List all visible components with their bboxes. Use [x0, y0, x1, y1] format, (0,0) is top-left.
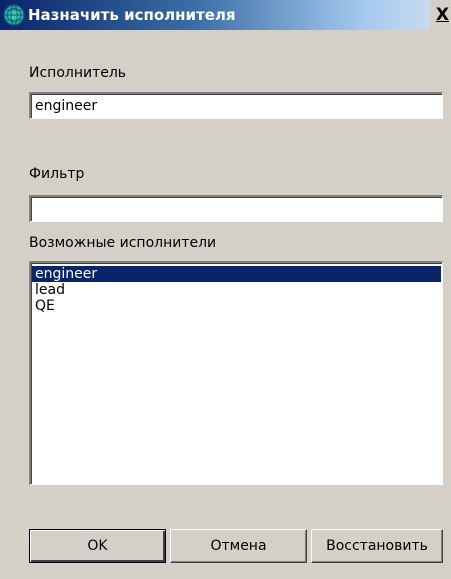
assign-assignee-dialog: Назначить исполнителя X Исполнитель Филь… — [0, 0, 451, 579]
list-item-lead[interactable]: lead — [32, 282, 441, 298]
candidates-label: Возможные исполнители — [29, 235, 217, 251]
assignee-input[interactable] — [29, 92, 443, 119]
candidates-listbox[interactable]: engineer lead QE — [29, 261, 443, 485]
filter-label: Фильтр — [29, 166, 85, 182]
filter-input[interactable] — [29, 195, 443, 222]
list-item-qe[interactable]: QE — [32, 298, 441, 314]
globe-icon — [3, 4, 25, 26]
assignee-label: Исполнитель — [29, 65, 127, 81]
ok-button[interactable]: OK — [29, 529, 166, 563]
dialog-title: Назначить исполнителя — [28, 6, 236, 24]
restore-button[interactable]: Восстановить — [311, 529, 443, 563]
title-bar[interactable]: Назначить исполнителя — [0, 0, 430, 30]
close-icon: X — [435, 5, 449, 25]
list-item-engineer[interactable]: engineer — [32, 266, 441, 282]
close-button[interactable]: X — [430, 0, 451, 30]
cancel-button[interactable]: Отмена — [170, 529, 307, 563]
